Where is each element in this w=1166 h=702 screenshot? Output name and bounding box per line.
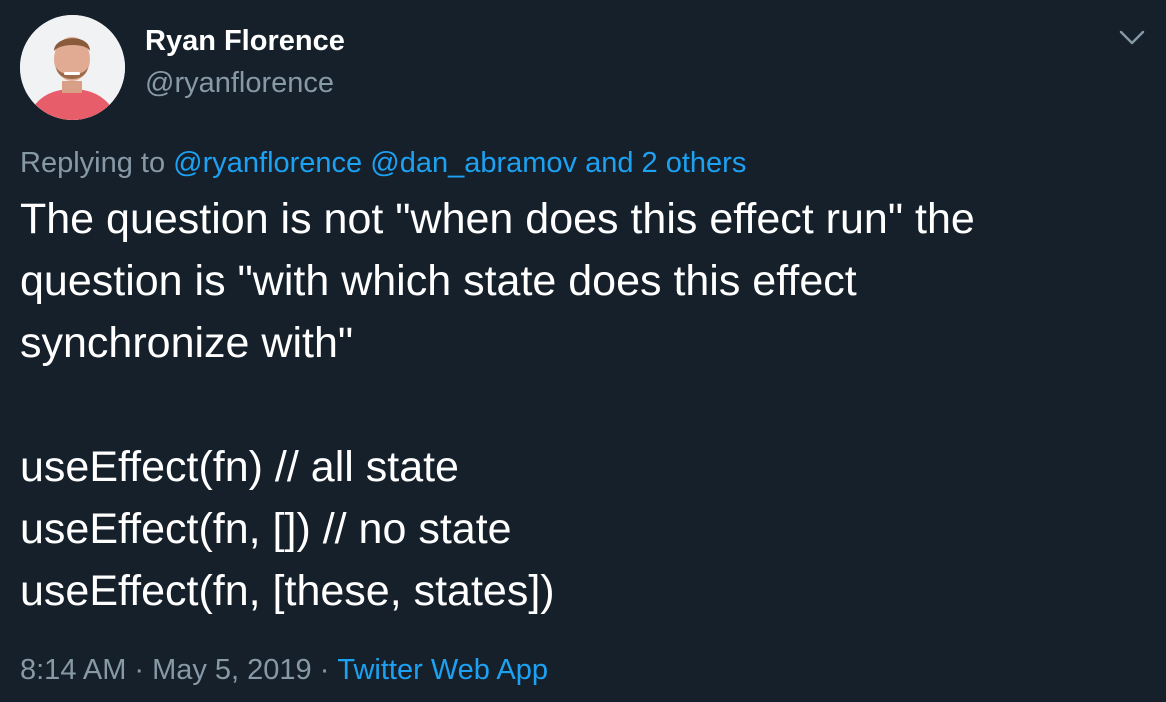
replying-to-label: Replying to (20, 147, 166, 179)
avatar[interactable] (20, 15, 125, 120)
mention-others[interactable]: and 2 others (585, 147, 746, 179)
chevron-down-icon[interactable] (1118, 26, 1146, 50)
tweet-header: Ryan Florence @ryanflorence (20, 15, 345, 120)
tweet-text-line: synchronize with" (20, 319, 354, 367)
tweet-text-line: useEffect(fn) // all state (20, 443, 459, 491)
tweet-text-line: question is "with which state does this … (20, 257, 857, 305)
tweet-text-line: The question is not "when does this effe… (20, 195, 975, 243)
author-display-name[interactable]: Ryan Florence (145, 23, 345, 59)
meta-separator: · (319, 654, 330, 686)
tweet-meta: 8:14 AM · May 5, 2019 · Twitter Web App (20, 650, 548, 690)
mention-dan-abramov[interactable]: @dan_abramov (370, 147, 577, 179)
tweet-card: Ryan Florence @ryanflorence Replying to … (0, 0, 1166, 702)
tweet-text: The question is not "when does this effe… (20, 188, 1140, 622)
replying-to: Replying to @ryanflorence @dan_abramov a… (20, 144, 746, 182)
tweet-source[interactable]: Twitter Web App (337, 654, 548, 686)
tweet-date[interactable]: May 5, 2019 (152, 654, 312, 686)
author-names: Ryan Florence @ryanflorence (145, 25, 345, 101)
tweet-text-line: useEffect(fn, [these, states]) (20, 567, 555, 615)
meta-separator: · (134, 654, 145, 686)
avatar-image (20, 15, 125, 120)
author-handle[interactable]: @ryanflorence (145, 65, 345, 101)
tweet-time[interactable]: 8:14 AM (20, 654, 126, 686)
tweet-text-line: useEffect(fn, []) // no state (20, 505, 512, 553)
mention-ryanflorence[interactable]: @ryanflorence (173, 147, 362, 179)
